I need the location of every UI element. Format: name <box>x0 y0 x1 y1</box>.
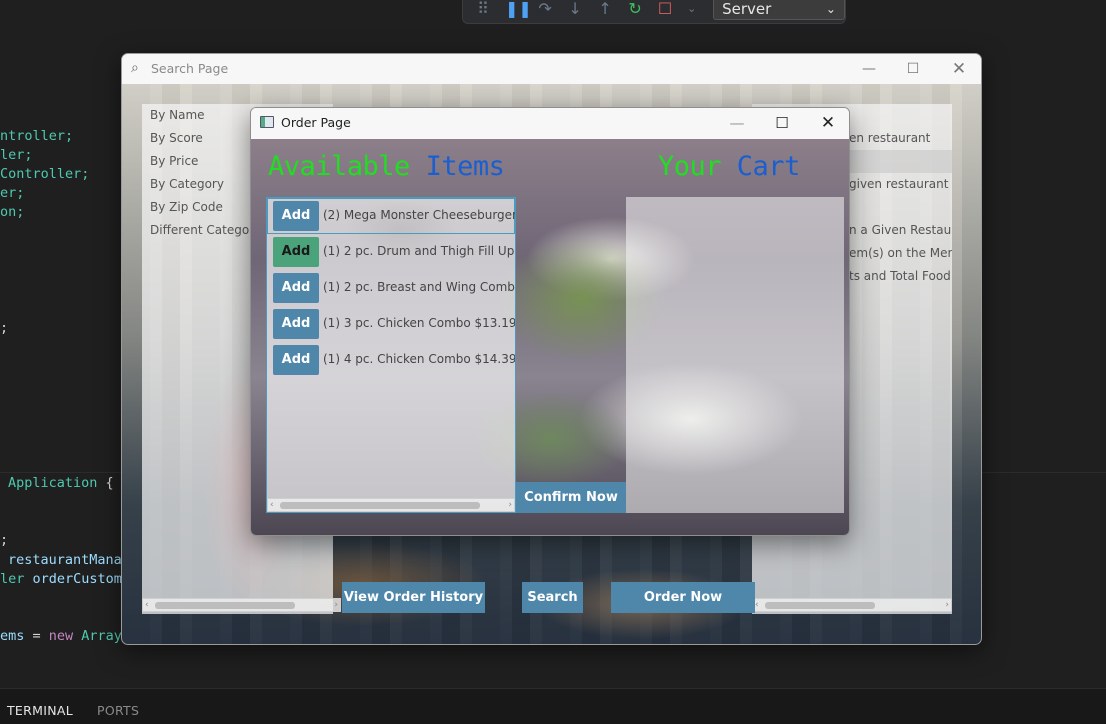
panel-tabs: TERMINAL PORTS <box>0 688 1106 724</box>
scroll-left-icon[interactable]: ‹ <box>145 599 149 611</box>
item-label: (1) 4 pc. Chicken Combo $14.39 <box>323 352 516 366</box>
add-item-button[interactable]: Add <box>273 345 319 375</box>
cart-list[interactable] <box>626 197 844 513</box>
code-line: er; <box>0 185 25 201</box>
chevron-down-icon[interactable]: ⌄ <box>687 0 696 19</box>
list-item[interactable]: Add (1) 4 pc. Chicken Combo $14.39 <box>267 342 515 378</box>
horizontal-scrollbar[interactable]: ‹ › <box>267 498 515 512</box>
available-items-list[interactable]: Add (2) Mega Monster Cheeseburger $14 Ad… <box>266 197 516 513</box>
add-item-button[interactable]: Add <box>273 309 319 339</box>
order-now-button[interactable]: Order Now <box>611 582 755 613</box>
minimize-icon[interactable]: — <box>854 58 884 80</box>
code-line: Application { <box>8 475 114 491</box>
close-icon[interactable]: ✕ <box>813 112 843 134</box>
scrollbar-thumb[interactable] <box>155 602 295 609</box>
debug-config-select[interactable]: Server ⌄ <box>713 0 845 20</box>
debug-toolbar: ⠿ ❚❚ ↷ ↓ ↑ ↻ ☐ ⌄ Server ⌄ <box>462 0 846 24</box>
code-line: ; <box>0 320 9 336</box>
code-line: ems = new Array <box>0 628 122 644</box>
scrollbar-thumb[interactable] <box>765 602 875 609</box>
code-line: ; <box>0 532 9 548</box>
scroll-left-icon[interactable]: ‹ <box>270 499 274 511</box>
maximize-icon[interactable]: ☐ <box>767 112 797 134</box>
item-label: (2) Mega Monster Cheeseburger $14 <box>323 208 516 222</box>
item-label: (1) 3 pc. Chicken Combo $13.19 <box>323 316 516 330</box>
your-cart-heading: Your Cart <box>658 151 800 182</box>
code-line: restaurantMana <box>8 552 122 568</box>
add-item-button[interactable]: Add <box>273 201 319 231</box>
minimize-icon[interactable]: — <box>722 112 752 134</box>
add-item-button[interactable]: Add <box>273 273 319 303</box>
list-item[interactable]: n a Given Restaurant <box>849 223 952 237</box>
code-line: on; <box>0 204 25 220</box>
horizontal-scrollbar[interactable]: ‹ › <box>142 598 341 612</box>
list-item[interactable]: By Zip Code <box>150 200 223 214</box>
code-line: ler orderCustom <box>0 571 122 587</box>
maximize-icon[interactable]: ☐ <box>898 58 928 80</box>
tab-ports[interactable]: PORTS <box>97 703 139 718</box>
scroll-right-icon[interactable]: › <box>945 599 949 611</box>
search-window-titlebar[interactable]: ⌕ Search Page — ☐ ✕ <box>122 54 981 84</box>
code-line: Controller; <box>0 166 90 182</box>
item-label: (1) 2 pc. Breast and Wing Combo $1 <box>323 280 515 294</box>
list-item[interactable]: Add (2) Mega Monster Cheeseburger $14 <box>267 198 515 234</box>
pause-icon[interactable]: ❚❚ <box>505 0 532 19</box>
list-item[interactable]: By Category <box>150 177 224 191</box>
order-page-window: Order Page — ☐ ✕ Available Items Your Ca… <box>250 107 850 536</box>
list-item[interactable]: By Score <box>150 131 203 145</box>
view-order-history-button[interactable]: View Order History <box>342 582 485 613</box>
window-title: Search Page <box>151 61 229 76</box>
add-item-button[interactable]: Add <box>273 237 319 267</box>
step-out-icon[interactable]: ↑ <box>597 0 613 19</box>
list-item[interactable]: en restaurant <box>849 131 930 145</box>
item-label: (1) 2 pc. Drum and Thigh Fill Up $11. <box>323 244 515 258</box>
list-item[interactable]: Add (1) 2 pc. Drum and Thigh Fill Up $11… <box>267 234 515 270</box>
search-icon: ⌕ <box>131 60 139 76</box>
app-icon <box>260 116 274 128</box>
drag-handle-icon[interactable]: ⠿ <box>475 0 491 19</box>
stop-icon[interactable]: ☐ <box>657 0 673 19</box>
list-item[interactable]: Different Category <box>150 223 261 237</box>
list-item[interactable]: By Price <box>150 154 198 168</box>
list-item[interactable]: ts and Total Food It <box>849 269 952 283</box>
tab-terminal[interactable]: TERMINAL <box>7 703 73 718</box>
list-item[interactable]: given restaurant <box>849 177 948 191</box>
confirm-now-button[interactable]: Confirm Now <box>516 482 626 513</box>
list-item[interactable]: Add (1) 3 pc. Chicken Combo $13.19 <box>267 306 515 342</box>
code-line: ler; <box>0 147 33 163</box>
restart-icon[interactable]: ↻ <box>627 0 643 19</box>
horizontal-scrollbar[interactable]: ‹ › <box>752 598 952 612</box>
scroll-right-icon[interactable]: › <box>334 599 338 611</box>
list-item[interactable]: By Name <box>150 108 205 122</box>
order-window-titlebar[interactable]: Order Page — ☐ ✕ <box>251 108 849 139</box>
step-into-icon[interactable]: ↓ <box>567 0 583 19</box>
order-window-body: Available Items Your Cart Add (2) Mega M… <box>251 139 849 535</box>
step-over-icon[interactable]: ↷ <box>537 0 553 19</box>
chevron-down-icon: ⌄ <box>825 2 836 16</box>
scroll-right-icon[interactable]: › <box>508 499 512 511</box>
list-item[interactable]: em(s) on the Menu i <box>849 246 952 260</box>
list-item[interactable]: Add (1) 2 pc. Breast and Wing Combo $1 <box>267 270 515 306</box>
window-title: Order Page <box>281 115 351 130</box>
scrollbar-thumb[interactable] <box>280 502 480 509</box>
close-icon[interactable]: ✕ <box>944 58 974 80</box>
search-button[interactable]: Search <box>522 582 583 613</box>
debug-config-value: Server <box>722 0 772 18</box>
available-items-heading: Available Items <box>268 151 505 182</box>
scroll-left-icon[interactable]: ‹ <box>755 599 759 611</box>
code-line: ntroller; <box>0 128 74 144</box>
